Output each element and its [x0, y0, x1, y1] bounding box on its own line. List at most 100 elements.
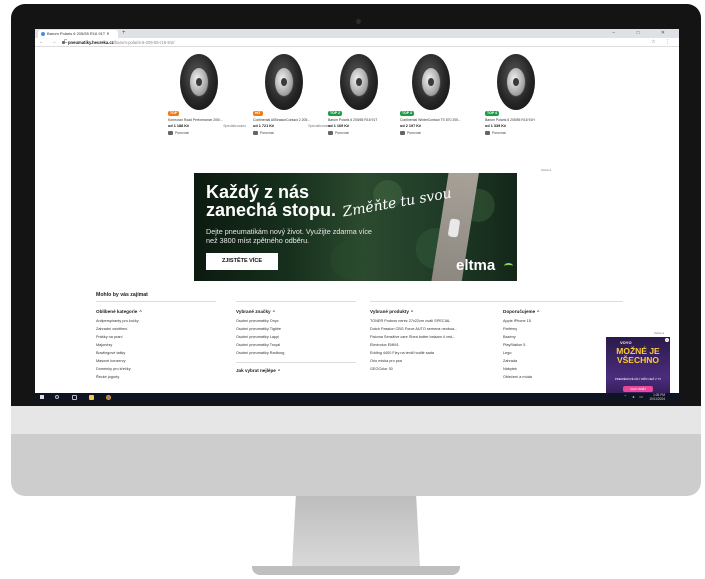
column-title[interactable]: Vybrané produkty ^ — [370, 309, 510, 314]
list-item[interactable]: Nábytek — [503, 365, 623, 373]
list-item[interactable]: Osobní pneumatiky Lappi — [236, 333, 356, 341]
list-item[interactable]: Osobní pneumatiky Onyx — [236, 317, 356, 325]
column-title[interactable]: Doporučujeme ^ — [503, 309, 623, 314]
chevron-up-icon: ^ — [410, 309, 414, 314]
compare-button[interactable]: Porovnat — [485, 131, 506, 136]
divider — [236, 301, 356, 302]
compare-icon — [168, 131, 173, 136]
section-title: Mohlo by vás zajímat — [96, 292, 148, 298]
list-item[interactable]: Antiperspiranty pro kočky — [96, 317, 216, 325]
tire-image[interactable] — [412, 54, 450, 110]
list-item[interactable]: Apple iPhone 15 — [503, 317, 623, 325]
list-item[interactable]: Zahradní osvětlení — [96, 325, 216, 333]
chevron-up-icon: ^ — [537, 309, 540, 314]
windows-start-icon[interactable] — [40, 395, 44, 399]
suggest-column: Vybrané produkty ^ TONER Podnos nerez 27x… — [370, 301, 510, 373]
product-card[interactable]: HIT Continental AllSeasonContact 2 205..… — [253, 54, 335, 154]
list-item[interactable]: Osobní pneumatiky Radburg — [236, 349, 356, 357]
task-view-icon[interactable] — [72, 394, 77, 400]
url-field[interactable]: pneumatiky.heureka.cz/barum-polaris-6-20… — [62, 39, 642, 46]
list-item[interactable]: PlayStation 5 — [503, 341, 623, 349]
compare-button[interactable]: Porovnat — [328, 131, 349, 136]
list-item[interactable]: Oblečení a móda — [503, 373, 623, 381]
address-bar: ← → C pneumatiky.heureka.cz/barum-polari… — [35, 38, 679, 47]
product-card[interactable]: TOP Kormoran Road Performance 205/... od… — [168, 54, 250, 154]
suggest-column: Vybrané značky ^ Osobní pneumatiky Onyx O… — [236, 301, 356, 376]
list-item[interactable]: TONER Podnos nerez 27x22cm oválí SPECIAL — [370, 317, 510, 325]
divider — [236, 362, 356, 363]
list-item[interactable]: Parfémy — [503, 325, 623, 333]
product-name[interactable]: Continental WinterContact TS 870 205... — [400, 118, 482, 122]
compare-icon — [400, 131, 405, 136]
side-ad-cta-button[interactable]: CHCI VIDĚT — [623, 386, 653, 392]
taskbar-clock[interactable]: 1:05 PM 10/11/2024 — [649, 393, 665, 401]
list-item[interactable]: Doménky pro křečky — [96, 365, 216, 373]
system-tray[interactable]: ⌃ ◂ ▭ — [624, 393, 645, 401]
compare-icon — [485, 131, 490, 136]
list-item[interactable]: Osobní pneumatiky Troyal — [236, 341, 356, 349]
chrome-icon[interactable] — [106, 394, 111, 400]
rank-badge: TOP — [168, 111, 180, 116]
search-icon[interactable] — [55, 394, 59, 399]
compare-icon — [253, 131, 258, 136]
tab-bar: Barum Polaris 6 205/55 R16 91T ✕ + – □ ✕ — [35, 29, 679, 38]
compare-button[interactable]: Porovnat — [253, 131, 274, 136]
webcam-dot — [356, 19, 361, 24]
taskbar: ⌃ ◂ ▭ 1:05 PM 10/11/2024 — [35, 393, 679, 401]
product-name[interactable]: Barum Polaris 6 205/55 R16 91H — [485, 118, 567, 122]
list-item[interactable]: Řecké jogurty — [96, 373, 216, 381]
ad-cta-button[interactable]: ZJISTĚTE VÍCE — [206, 253, 278, 270]
list-item[interactable]: Masové konzervy — [96, 357, 216, 365]
rank-badge: TOP 4 — [485, 111, 499, 116]
new-tab-button[interactable]: + — [122, 29, 126, 38]
close-icon[interactable]: × — [665, 338, 669, 342]
list-item[interactable]: GEOColor 30 — [370, 365, 510, 373]
tire-image[interactable] — [265, 54, 303, 110]
column-title[interactable]: Oblíbené kategorie ^ — [96, 309, 216, 314]
banner-ad[interactable]: Každý z nás zanechá stopu. Změňte tu svo… — [194, 173, 517, 281]
suggest-column: Oblíbené kategorie ^ Antiperspiranty pro … — [96, 301, 216, 381]
compare-button[interactable]: Porovnat — [400, 131, 421, 136]
product-card[interactable]: TOP 3 Continental WinterContact TS 870 2… — [400, 54, 482, 154]
product-card[interactable]: TOP 4 Barum Polaris 6 205/55 R16 91H od … — [485, 54, 567, 154]
product-card[interactable]: TOP 2 Barum Polaris 6 205/55 R16 91T od … — [328, 54, 410, 154]
list-item[interactable]: Orio miska pro psa — [370, 357, 510, 365]
divider — [96, 301, 216, 302]
list-item[interactable]: Lego — [503, 349, 623, 357]
product-price: od 1 169 Kč — [328, 124, 350, 128]
tab-active[interactable]: Barum Polaris 6 205/55 R16 91T ✕ — [38, 30, 118, 38]
desktop-mockup: Barum Polaris 6 205/55 R16 91T ✕ + – □ ✕… — [0, 0, 705, 579]
list-item[interactable]: Edding 4400 Fixy na textil hodilé sada — [370, 349, 510, 357]
product-strip: TOP Kormoran Road Performance 205/... od… — [168, 54, 588, 154]
list-item[interactable]: Electrolux EMM1 — [370, 341, 510, 349]
list-item[interactable]: Osobní pneumatiky Tigitire — [236, 325, 356, 333]
product-name[interactable]: Continental AllSeasonContact 2 205... — [253, 118, 335, 122]
window-controls[interactable]: – □ ✕ — [612, 29, 675, 38]
list-item[interactable]: Paloma Sensitive care Shea butter balsam… — [370, 333, 510, 341]
product-name[interactable]: Barum Polaris 6 205/55 R16 91T — [328, 118, 410, 122]
list-item[interactable]: Dutch Passion CBG Force AUTO semena neob… — [370, 325, 510, 333]
column-title[interactable]: Vybrané značky ^ — [236, 309, 356, 314]
product-name[interactable]: Kormoran Road Performance 205/... — [168, 118, 250, 122]
side-ad-label: Reklama — [654, 332, 665, 335]
screen: Barum Polaris 6 205/55 R16 91T ✕ + – □ ✕… — [35, 29, 679, 401]
ad-logo: eltma — [456, 257, 496, 274]
monitor-stand — [292, 496, 420, 567]
list-item[interactable]: Majonézy — [96, 341, 216, 349]
compare-button[interactable]: Porovnat — [168, 131, 189, 136]
file-explorer-icon[interactable] — [89, 394, 94, 400]
list-item[interactable]: Bowlingové tašky — [96, 349, 216, 357]
product-price: od 1 188 Kč — [168, 124, 190, 128]
favicon-icon — [41, 31, 45, 36]
suggest-column: Doporučujeme ^ Apple iPhone 15 Parfémy Ba… — [503, 301, 623, 381]
list-item[interactable]: Prášky na praní — [96, 333, 216, 341]
toolbar-icons[interactable]: ☆ ⋮ — [651, 38, 674, 47]
column-subtitle[interactable]: Jak vybrat nejlépe ^ — [236, 368, 356, 373]
chevron-up-icon: ^ — [272, 309, 275, 314]
list-item[interactable]: Zahrada — [503, 357, 623, 365]
tire-image[interactable] — [340, 54, 378, 110]
tire-image[interactable] — [497, 54, 535, 110]
tire-image[interactable] — [180, 54, 218, 110]
list-item[interactable]: Bazény — [503, 333, 623, 341]
side-banner-ad[interactable]: VOYO MOŽNÉ JE VŠECHNO PREMIÉROVÉ DÍLY DŘ… — [606, 337, 670, 401]
